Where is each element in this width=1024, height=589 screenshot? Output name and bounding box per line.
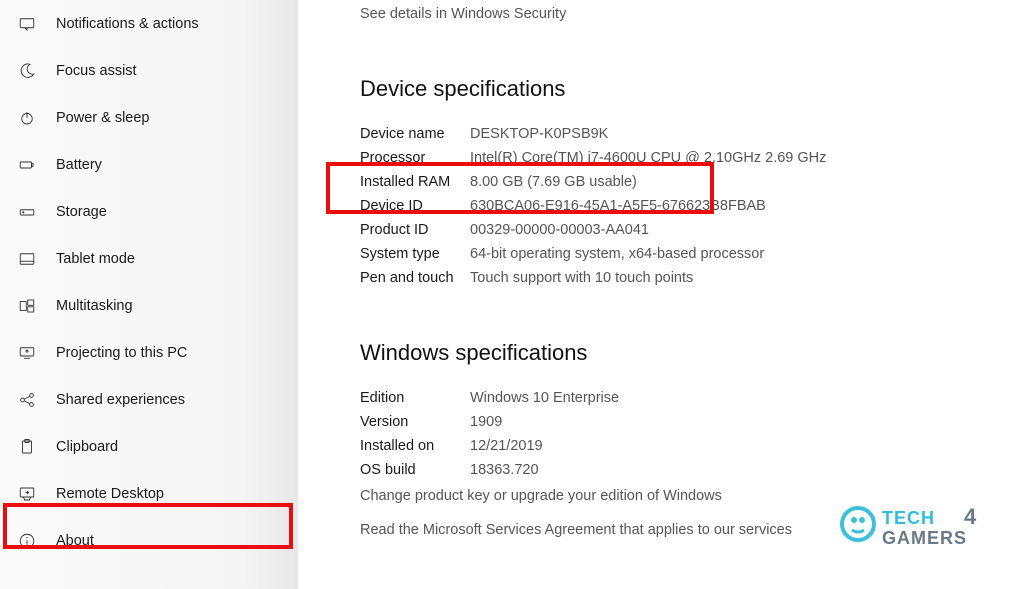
moon-icon bbox=[16, 60, 38, 82]
about-content: See details in Windows Security Device s… bbox=[298, 0, 1024, 589]
sidebar-item-projecting[interactable]: Projecting to this PC bbox=[0, 329, 298, 376]
spec-value: DESKTOP-K0PSB9K bbox=[470, 126, 608, 142]
spec-label: Product ID bbox=[360, 222, 470, 238]
sidebar-item-label: Battery bbox=[56, 157, 102, 173]
spec-value: 64-bit operating system, x64-based proce… bbox=[470, 246, 764, 262]
sidebar-item-power-sleep[interactable]: Power & sleep bbox=[0, 94, 298, 141]
spec-value: Touch support with 10 touch points bbox=[470, 270, 693, 286]
svg-text:GAMERS: GAMERS bbox=[882, 528, 967, 548]
spec-row-os-build: OS build 18363.720 bbox=[360, 462, 1024, 478]
sidebar-item-battery[interactable]: Battery bbox=[0, 141, 298, 188]
spec-label: OS build bbox=[360, 462, 470, 478]
spec-row-pen-touch: Pen and touch Touch support with 10 touc… bbox=[360, 270, 1024, 286]
sidebar-item-about[interactable]: About bbox=[0, 517, 298, 564]
spec-row-version: Version 1909 bbox=[360, 414, 1024, 430]
sidebar-item-focus-assist[interactable]: Focus assist bbox=[0, 47, 298, 94]
spec-value: 630BCA06-E916-45A1-A5F5-676623B8FBAB bbox=[470, 198, 766, 214]
spec-label: Installed on bbox=[360, 438, 470, 454]
share-icon bbox=[16, 389, 38, 411]
battery-icon bbox=[16, 154, 38, 176]
clipboard-icon bbox=[16, 436, 38, 458]
tablet-icon bbox=[16, 248, 38, 270]
spec-row-installed-ram: Installed RAM 8.00 GB (7.69 GB usable) bbox=[360, 174, 1024, 190]
spec-label: Device ID bbox=[360, 198, 470, 214]
sidebar-item-label: Clipboard bbox=[56, 439, 118, 455]
svg-text:4: 4 bbox=[964, 504, 977, 529]
power-icon bbox=[16, 107, 38, 129]
sidebar-item-remote-desktop[interactable]: Remote Desktop bbox=[0, 470, 298, 517]
spec-label: Installed RAM bbox=[360, 174, 470, 190]
sidebar-item-label: Storage bbox=[56, 204, 107, 220]
message-icon bbox=[16, 13, 38, 35]
spec-row-processor: Processor Intel(R) Core(TM) i7-4600U CPU… bbox=[360, 150, 1024, 166]
spec-value: 18363.720 bbox=[470, 462, 539, 478]
sidebar-item-label: Multitasking bbox=[56, 298, 133, 314]
info-icon bbox=[16, 530, 38, 552]
spec-value: 1909 bbox=[470, 414, 502, 430]
svg-text:TECH: TECH bbox=[882, 508, 935, 528]
sidebar-item-multitasking[interactable]: Multitasking bbox=[0, 282, 298, 329]
sidebar-item-label: Remote Desktop bbox=[56, 486, 164, 502]
spec-row-edition: Edition Windows 10 Enterprise bbox=[360, 390, 1024, 406]
spec-label: System type bbox=[360, 246, 470, 262]
sidebar-item-label: Tablet mode bbox=[56, 251, 135, 267]
remote-desktop-icon bbox=[16, 483, 38, 505]
tech4gamers-watermark: TECH 4 GAMERS bbox=[836, 496, 1016, 561]
sidebar-item-clipboard[interactable]: Clipboard bbox=[0, 423, 298, 470]
sidebar-item-tablet-mode[interactable]: Tablet mode bbox=[0, 235, 298, 282]
spec-value: 00329-00000-00003-AA041 bbox=[470, 222, 649, 238]
spec-row-system-type: System type 64-bit operating system, x64… bbox=[360, 246, 1024, 262]
sidebar-item-label: About bbox=[56, 533, 94, 549]
spec-value: 12/21/2019 bbox=[470, 438, 543, 454]
spec-value: Intel(R) Core(TM) i7-4600U CPU @ 2.10GHz… bbox=[470, 150, 826, 166]
sidebar-item-label: Notifications & actions bbox=[56, 16, 199, 32]
sidebar-item-label: Focus assist bbox=[56, 63, 137, 79]
storage-icon bbox=[16, 201, 38, 223]
device-spec-title: Device specifications bbox=[360, 76, 1024, 102]
settings-sidebar: Notifications & actions Focus assist Pow… bbox=[0, 0, 298, 589]
sidebar-item-shared-experiences[interactable]: Shared experiences bbox=[0, 376, 298, 423]
sidebar-item-label: Projecting to this PC bbox=[56, 345, 187, 361]
spec-label: Pen and touch bbox=[360, 270, 470, 286]
spec-value: 8.00 GB (7.69 GB usable) bbox=[470, 174, 637, 190]
projecting-icon bbox=[16, 342, 38, 364]
spec-row-installed-on: Installed on 12/21/2019 bbox=[360, 438, 1024, 454]
multitasking-icon bbox=[16, 295, 38, 317]
windows-spec-title: Windows specifications bbox=[360, 340, 1024, 366]
spec-row-product-id: Product ID 00329-00000-00003-AA041 bbox=[360, 222, 1024, 238]
spec-label: Edition bbox=[360, 390, 470, 406]
spec-value: Windows 10 Enterprise bbox=[470, 390, 619, 406]
sidebar-item-label: Power & sleep bbox=[56, 110, 150, 126]
spec-row-device-id: Device ID 630BCA06-E916-45A1-A5F5-676623… bbox=[360, 198, 1024, 214]
sidebar-item-label: Shared experiences bbox=[56, 392, 185, 408]
windows-security-link[interactable]: See details in Windows Security bbox=[360, 6, 1024, 22]
sidebar-item-notifications[interactable]: Notifications & actions bbox=[0, 0, 298, 47]
sidebar-item-storage[interactable]: Storage bbox=[0, 188, 298, 235]
spec-label: Version bbox=[360, 414, 470, 430]
spec-row-device-name: Device name DESKTOP-K0PSB9K bbox=[360, 126, 1024, 142]
spec-label: Processor bbox=[360, 150, 470, 166]
spec-label: Device name bbox=[360, 126, 470, 142]
